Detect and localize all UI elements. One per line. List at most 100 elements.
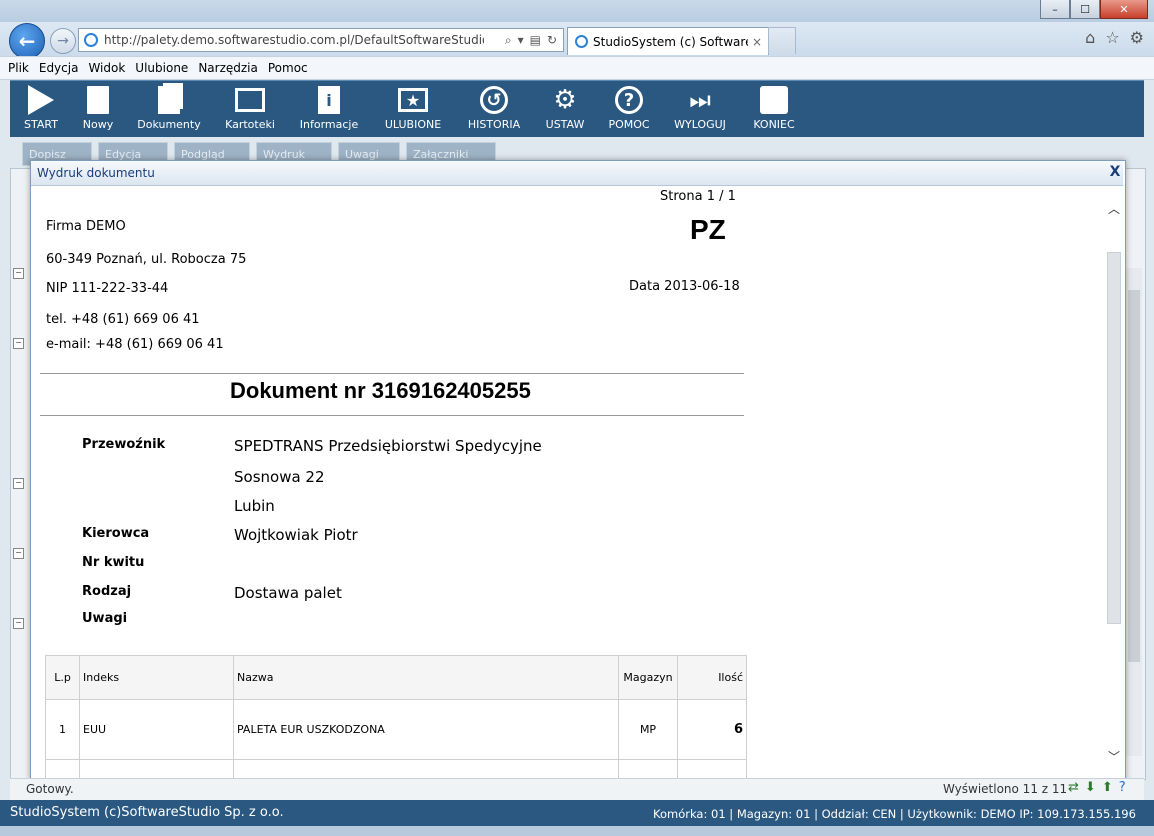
help-icon[interactable]: ?	[1119, 780, 1126, 795]
toolbar-history-button[interactable]: ↺ HISTORIA	[462, 85, 526, 135]
background-tree: − − − − −	[10, 200, 32, 760]
tab-close-icon[interactable]: ×	[752, 35, 762, 49]
toolbar-info-button[interactable]: i Informacje	[296, 85, 362, 135]
stop-icon	[760, 86, 788, 114]
tab-title: StudioSystem (c) SoftwareS...	[593, 34, 748, 49]
star-icon: ★	[398, 88, 428, 112]
refresh-icon[interactable]: ↻	[547, 33, 557, 48]
notes-label: Uwagi	[82, 611, 128, 626]
menu-edycja[interactable]: Edycja	[39, 61, 79, 75]
cell-warehouse: MP	[618, 699, 678, 760]
browser-tab[interactable]: StudioSystem (c) SoftwareS... ×	[567, 27, 769, 55]
toolbar-favorites-button[interactable]: ★ ULUBIONE	[380, 85, 446, 135]
window-controls: – ☐ ✕	[1040, 0, 1148, 20]
collapse-icon[interactable]: −	[13, 478, 24, 489]
tools-gear-icon[interactable]: ⚙	[1130, 28, 1144, 47]
toolbar-documents-button[interactable]: Dokumenty	[134, 85, 204, 135]
export-icon[interactable]: ⬇	[1085, 780, 1096, 795]
gear-icon: ⚙	[553, 85, 577, 115]
items-table: L.p Indeks Nazwa Magazyn Ilość 1 EUU PAL…	[45, 655, 747, 778]
driver-value: Wojtkowiak Piotr	[234, 526, 358, 544]
arrow-right-icon: →	[57, 33, 69, 49]
menu-narzedzia[interactable]: Narzędzia	[198, 61, 258, 75]
logout-icon: ⏭	[689, 86, 711, 114]
app-toolbar: START Nowy Dokumenty Kartoteki i Informa…	[10, 80, 1144, 137]
info-document-icon: i	[318, 86, 340, 114]
window-bottom-border	[0, 826, 1154, 836]
carrier-city: Lubin	[234, 497, 275, 515]
home-icon[interactable]: ⌂	[1085, 28, 1095, 47]
ie-logo-icon	[575, 35, 588, 48]
dialog-scrollbar-thumb[interactable]	[1107, 252, 1121, 624]
play-icon	[28, 85, 54, 115]
menu-plik[interactable]: Plik	[8, 61, 29, 75]
company-name: Firma DEMO	[46, 219, 126, 234]
type-value: Dostawa palet	[234, 584, 342, 602]
company-nip: NIP 111-222-33-44	[46, 281, 169, 296]
col-warehouse: Magazyn	[618, 655, 678, 700]
refresh-icon[interactable]: ⇄	[1068, 780, 1079, 795]
document-type: PZ	[690, 214, 726, 245]
cell-name: PALETA EUR USZKODZONA	[233, 699, 619, 760]
maximize-button[interactable]: ☐	[1070, 0, 1100, 19]
toolbar-kartoteki-button[interactable]: Kartoteki	[222, 85, 278, 135]
col-index: Indeks	[79, 655, 234, 700]
record-count: Wyświetlono 11 z 11	[943, 782, 1068, 796]
company-address: 60-349 Poznań, ul. Robocza 75	[46, 252, 247, 267]
toolbar-start-button[interactable]: START	[20, 85, 62, 135]
document-number: Dokument nr 3169162405255	[230, 378, 531, 403]
background-scrollbar-thumb[interactable]	[1128, 290, 1140, 662]
footer-session-info: Komórka: 01 | Magazyn: 01 | Oddział: CEN…	[653, 807, 1136, 821]
status-text: Gotowy.	[26, 782, 74, 796]
document-date: Data 2013-06-18	[629, 279, 740, 294]
toolbar-settings-button[interactable]: ⚙ USTAW	[542, 85, 588, 135]
menu-widok[interactable]: Widok	[88, 61, 125, 75]
page-number: Strona 1 / 1	[660, 189, 736, 204]
address-bar[interactable]: http://palety.demo.softwarestudio.com.pl…	[78, 28, 564, 52]
browser-menu-bar: Plik Edycja Widok Ulubione Narzędzia Pom…	[0, 56, 1154, 80]
back-button[interactable]: ←	[9, 23, 45, 59]
help-icon: ?	[615, 86, 643, 114]
table-header-row: L.p Indeks Nazwa Magazyn Ilość	[45, 655, 747, 700]
toolbar-logout-button[interactable]: ⏭ WYLOGUJ	[670, 85, 730, 135]
footer-copyright: StudioSystem (c)SoftwareStudio Sp. z o.o…	[10, 805, 284, 820]
company-phone: tel. +48 (61) 669 06 41	[46, 312, 200, 327]
dropdown-arrow-icon[interactable]: ▾	[518, 33, 524, 48]
collapse-icon[interactable]: −	[13, 338, 24, 349]
company-email: e-mail: +48 (61) 669 06 41	[46, 337, 224, 352]
type-label: Rodzaj	[82, 584, 132, 599]
search-icon[interactable]: ⌕	[505, 33, 512, 48]
collapse-icon[interactable]: −	[13, 268, 24, 279]
forward-button[interactable]: →	[50, 28, 76, 54]
import-icon[interactable]: ⬆	[1102, 780, 1113, 795]
arrow-left-icon: ←	[18, 29, 36, 53]
compatibility-view-icon[interactable]: ▤	[530, 33, 541, 48]
cell-lp: 1	[45, 699, 80, 760]
history-icon: ↺	[480, 86, 508, 114]
toolbar-help-button[interactable]: ? POMOC	[606, 85, 652, 135]
scroll-up-icon[interactable]: ︿	[1108, 200, 1120, 217]
items-table-container: L.p Indeks Nazwa Magazyn Ilość 1 EUU PAL…	[45, 655, 747, 778]
new-tab-button[interactable]	[768, 27, 796, 54]
favorites-star-icon[interactable]: ☆	[1105, 28, 1119, 47]
scroll-down-icon[interactable]: ﹀	[1108, 748, 1120, 765]
divider	[40, 415, 744, 416]
toolbar-exit-button[interactable]: KONIEC	[748, 85, 800, 135]
monitor-icon	[235, 88, 265, 112]
dialog-close-button[interactable]: X	[1108, 164, 1122, 180]
carrier-street: Sosnowa 22	[234, 468, 325, 486]
address-url[interactable]: http://palety.demo.softwarestudio.com.pl…	[104, 33, 484, 47]
collapse-icon[interactable]: −	[13, 618, 24, 629]
minimize-button[interactable]: –	[1040, 0, 1070, 19]
menu-pomoc[interactable]: Pomoc	[268, 61, 308, 75]
collapse-icon[interactable]: −	[13, 548, 24, 559]
menu-ulubione[interactable]: Ulubione	[135, 61, 188, 75]
col-name: Nazwa	[233, 655, 619, 700]
new-document-icon	[87, 86, 109, 114]
cell-qty: 6	[677, 699, 747, 760]
toolbar-new-button[interactable]: Nowy	[80, 85, 116, 135]
divider	[40, 373, 744, 374]
col-lp: L.p	[45, 655, 80, 700]
carrier-label: Przewoźnik	[82, 437, 166, 452]
close-window-button[interactable]: ✕	[1100, 0, 1148, 19]
